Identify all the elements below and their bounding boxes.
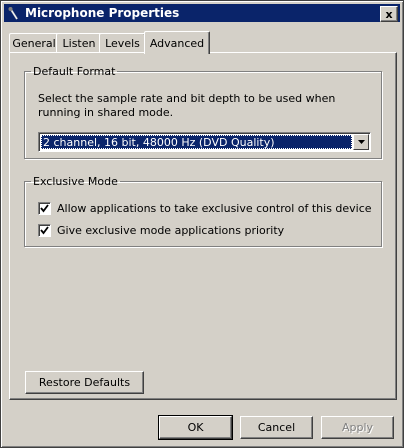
window-title: Microphone Properties (25, 6, 180, 20)
chevron-down-icon (357, 140, 365, 144)
dialog-window: Microphone Properties x General Listen L… (0, 0, 404, 448)
cancel-button[interactable]: Cancel (240, 416, 313, 439)
exclusive-priority-label: Give exclusive mode applications priorit… (57, 224, 285, 237)
format-dropdown[interactable]: 2 channel, 16 bit, 48000 Hz (DVD Quality… (38, 132, 371, 152)
close-button[interactable]: x (380, 6, 398, 22)
default-format-group: Default Format Select the sample rate an… (24, 65, 382, 159)
title-bar[interactable]: Microphone Properties x (4, 4, 400, 22)
checkmark-icon (40, 226, 49, 235)
allow-exclusive-control-label: Allow applications to take exclusive con… (57, 202, 372, 215)
ok-label: OK (187, 421, 204, 434)
tab-label: Levels (105, 37, 140, 50)
restore-defaults-button[interactable]: Restore Defaults (25, 371, 144, 394)
exclusive-mode-group: Exclusive Mode Allow applications to tak… (24, 175, 382, 247)
tab-label: Advanced (149, 36, 205, 50)
default-format-legend: Default Format (33, 65, 116, 78)
apply-button[interactable]: Apply (321, 416, 394, 439)
restore-defaults-label: Restore Defaults (38, 376, 131, 389)
dropdown-arrow-button[interactable] (353, 134, 369, 150)
exclusive-mode-legend: Exclusive Mode (33, 175, 118, 188)
exclusive-priority-checkbox[interactable] (38, 224, 51, 237)
microphone-icon (7, 6, 21, 20)
tab-label: Listen (62, 37, 96, 50)
tab-listen[interactable]: Listen (56, 33, 102, 53)
advanced-tab-panel: Default Format Select the sample rate an… (9, 52, 397, 400)
allow-exclusive-control-checkbox[interactable] (38, 202, 51, 215)
exclusive-priority-option[interactable]: Give exclusive mode applications priorit… (38, 224, 284, 237)
ok-button[interactable]: OK (158, 415, 233, 440)
close-icon: x (385, 7, 393, 21)
cancel-label: Cancel (257, 421, 296, 434)
tab-advanced[interactable]: Advanced (144, 31, 210, 54)
allow-exclusive-control-option[interactable]: Allow applications to take exclusive con… (38, 202, 372, 215)
checkmark-icon (40, 204, 49, 213)
default-format-description: Select the sample rate and bit depth to … (38, 92, 336, 119)
apply-label: Apply (341, 421, 374, 434)
tab-general[interactable]: General (9, 33, 59, 53)
format-selected-value: 2 channel, 16 bit, 48000 Hz (DVD Quality… (41, 135, 352, 149)
tab-levels[interactable]: Levels (99, 33, 146, 53)
tab-label: General (12, 37, 56, 50)
